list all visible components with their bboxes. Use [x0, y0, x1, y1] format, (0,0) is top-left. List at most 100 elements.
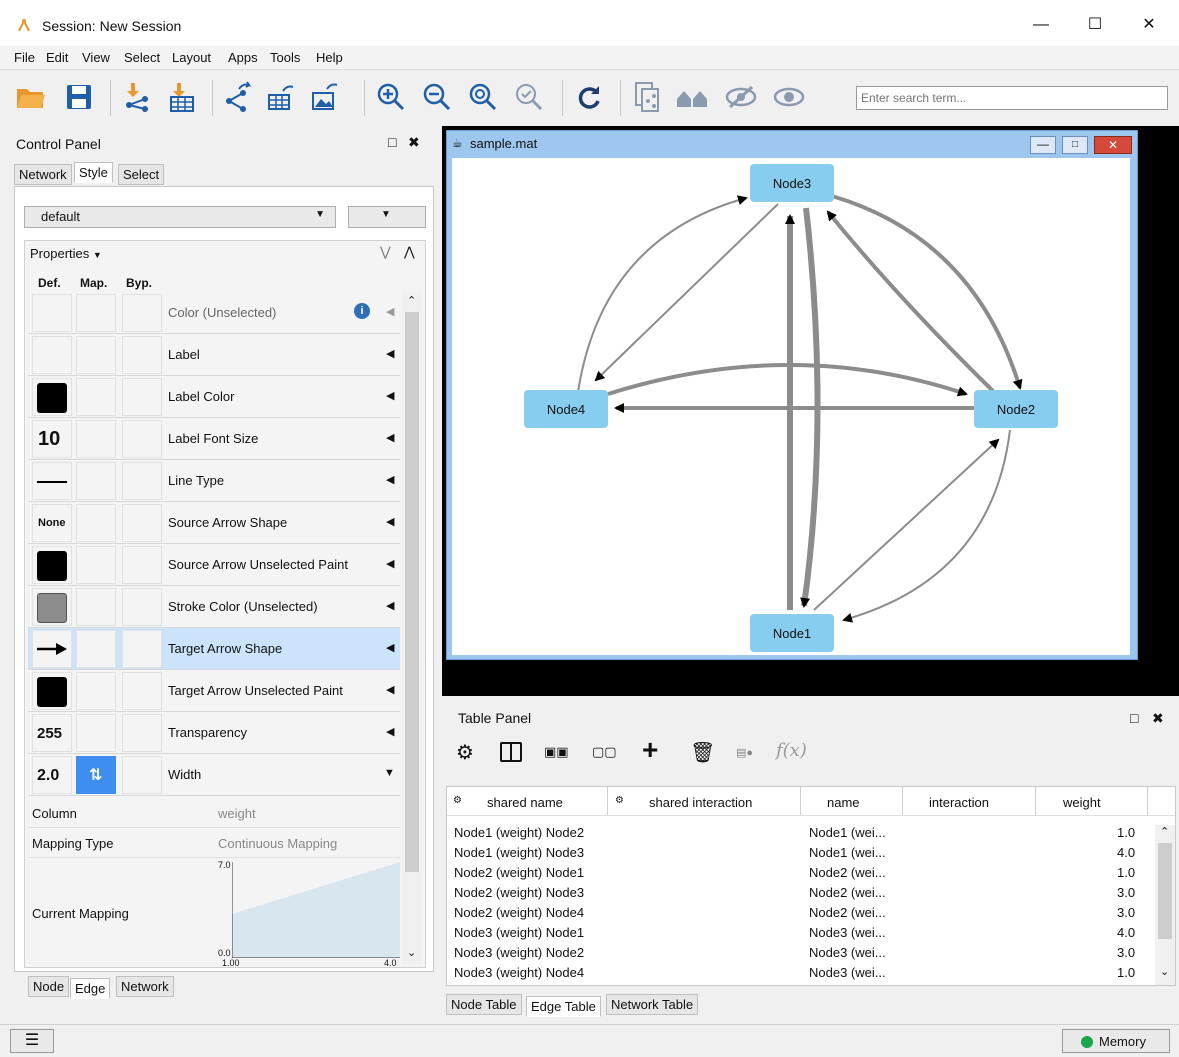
property-row-source-arrow-shape[interactable]: None Source Arrow Shape ◀ — [28, 502, 400, 544]
properties-scrollbar[interactable]: ⌃ ⌄ — [402, 292, 422, 964]
hide-icon[interactable] — [722, 78, 760, 116]
menu-layout[interactable]: Layout — [172, 50, 211, 65]
maximize-button[interactable]: ☐ — [1072, 10, 1118, 40]
arrow-left-icon[interactable]: ◀ — [386, 725, 394, 738]
open-session-icon[interactable] — [12, 78, 50, 116]
close-panel-icon[interactable]: ✖ — [408, 134, 420, 151]
menu-view[interactable]: View — [82, 50, 110, 65]
link-table-icon[interactable]: ▤● — [736, 746, 753, 759]
menu-tools[interactable]: Tools — [270, 50, 300, 65]
node-node3[interactable]: Node3 — [750, 164, 834, 202]
menu-help[interactable]: Help — [316, 50, 343, 65]
delete-column-icon[interactable]: 🗑 — [690, 740, 715, 765]
mapping-graph[interactable] — [232, 862, 400, 958]
network-canvas[interactable]: Node3 Node4 Node2 Node1 — [452, 158, 1130, 655]
import-network-icon[interactable] — [118, 78, 156, 116]
arrow-left-icon[interactable]: ◀ — [386, 683, 394, 696]
scrollbar-thumb[interactable] — [405, 312, 419, 872]
maximize-network-button[interactable]: □ — [1062, 136, 1088, 154]
close-network-button[interactable]: ✕ — [1094, 136, 1132, 154]
node-node4[interactable]: Node4 — [524, 390, 608, 428]
add-column-icon[interactable]: + — [642, 736, 658, 764]
zoom-fit-icon[interactable] — [464, 78, 502, 116]
arrow-left-icon[interactable]: ◀ — [386, 305, 394, 318]
menu-file[interactable]: File — [14, 50, 35, 65]
search-input[interactable] — [856, 86, 1168, 110]
import-table-icon[interactable] — [162, 78, 200, 116]
minimize-network-button[interactable]: — — [1030, 136, 1056, 154]
arrow-left-icon[interactable]: ◀ — [386, 431, 394, 444]
float-panel-icon[interactable]: □ — [388, 134, 396, 150]
zoom-out-icon[interactable] — [418, 78, 456, 116]
scroll-down-icon[interactable]: ⌄ — [407, 946, 416, 959]
tab-select[interactable]: Select — [118, 164, 165, 185]
property-row-line-type[interactable]: Line Type ◀ — [28, 460, 400, 502]
menu-select[interactable]: Select — [124, 50, 160, 65]
tab-edge-table[interactable]: Edge Table — [526, 996, 601, 1017]
scrollbar-thumb[interactable] — [1158, 843, 1172, 939]
arrow-left-icon[interactable]: ◀ — [386, 515, 394, 528]
header-shared-interaction[interactable]: shared interaction — [649, 795, 752, 810]
deselect-all-columns-icon[interactable]: ▢▢ — [592, 744, 617, 760]
zoom-in-icon[interactable] — [372, 78, 410, 116]
property-row-target-arrow-shape[interactable]: Target Arrow Shape ◀ — [28, 628, 400, 670]
settings-gear-icon[interactable]: ⚙ — [456, 740, 474, 765]
tab-style[interactable]: Style — [74, 162, 113, 183]
export-image-icon[interactable] — [306, 78, 344, 116]
home-network-icon[interactable] — [674, 78, 712, 116]
arrow-left-icon[interactable]: ◀ — [386, 641, 394, 654]
arrow-down-icon[interactable]: ▼ — [384, 767, 395, 779]
style-options-menu-button[interactable]: ▼ — [348, 206, 426, 228]
select-all-columns-icon[interactable]: ▣▣ — [544, 744, 569, 760]
property-row-transparency[interactable]: 255 Transparency ◀ — [28, 712, 400, 754]
properties-menu[interactable]: Properties ▼ — [30, 246, 102, 261]
menu-edit[interactable]: Edit — [46, 50, 68, 65]
header-shared-name[interactable]: shared name — [487, 795, 563, 810]
memory-button[interactable]: Memory — [1062, 1029, 1170, 1053]
tab-edge[interactable]: Edge — [70, 978, 111, 999]
column-visibility-icon[interactable] — [500, 742, 522, 762]
tab-node[interactable]: Node — [28, 976, 70, 997]
scroll-down-icon[interactable]: ⌄ — [1160, 965, 1169, 978]
export-network-icon[interactable] — [218, 78, 256, 116]
property-row-color[interactable]: Color (Unselected) i ◀ — [28, 292, 400, 334]
property-row-target-arrow-paint[interactable]: Target Arrow Unselected Paint ◀ — [28, 670, 400, 712]
menu-apps[interactable]: Apps — [228, 50, 258, 65]
minimize-button[interactable]: — — [1018, 10, 1064, 40]
node-node1[interactable]: Node1 — [750, 614, 834, 652]
arrow-left-icon[interactable]: ◀ — [386, 347, 394, 360]
refresh-icon[interactable] — [570, 78, 608, 116]
header-name[interactable]: name — [827, 795, 860, 810]
arrow-left-icon[interactable]: ◀ — [386, 599, 394, 612]
continuous-mapping-icon[interactable]: ⇅ — [89, 765, 102, 785]
property-row-width[interactable]: 2.0 ⇅ Width ▼ — [28, 754, 400, 796]
arrow-left-icon[interactable]: ◀ — [386, 473, 394, 486]
node-node2[interactable]: Node2 — [974, 390, 1058, 428]
save-session-icon[interactable] — [60, 78, 98, 116]
mapping-type-value[interactable]: Continuous Mapping — [218, 836, 337, 851]
tab-network-table[interactable]: Network Table — [606, 994, 699, 1015]
export-table-icon[interactable] — [262, 78, 300, 116]
scroll-up-icon[interactable]: ⌃ — [1160, 825, 1169, 838]
new-network-from-selection-icon[interactable] — [628, 78, 666, 116]
header-weight[interactable]: weight — [1063, 795, 1101, 810]
tab-network[interactable]: Network — [116, 976, 174, 997]
property-row-stroke-color[interactable]: Stroke Color (Unselected) ◀ — [28, 586, 400, 628]
property-row-label-color[interactable]: Label Color ◀ — [28, 376, 400, 418]
zoom-selected-icon[interactable] — [510, 78, 548, 116]
collapse-all-icon[interactable]: ⋀ — [404, 244, 415, 260]
info-icon[interactable]: i — [354, 303, 370, 319]
header-interaction[interactable]: interaction — [929, 795, 989, 810]
close-button[interactable]: ✕ — [1126, 10, 1172, 40]
task-list-icon[interactable]: ☰ — [10, 1029, 54, 1053]
property-row-source-arrow-paint[interactable]: Source Arrow Unselected Paint ◀ — [28, 544, 400, 586]
style-preset-dropdown[interactable]: default ▼ — [24, 206, 336, 228]
expand-all-icon[interactable]: ⋁ — [380, 244, 391, 260]
function-builder-icon[interactable]: f(x) — [776, 740, 807, 761]
property-row-label[interactable]: Label ◀ — [28, 334, 400, 376]
close-table-panel-icon[interactable]: ✖ — [1152, 710, 1164, 727]
arrow-left-icon[interactable]: ◀ — [386, 557, 394, 570]
mapping-column-value[interactable]: weight — [218, 806, 256, 821]
tab-node-table[interactable]: Node Table — [446, 994, 522, 1015]
show-icon[interactable] — [770, 78, 808, 116]
